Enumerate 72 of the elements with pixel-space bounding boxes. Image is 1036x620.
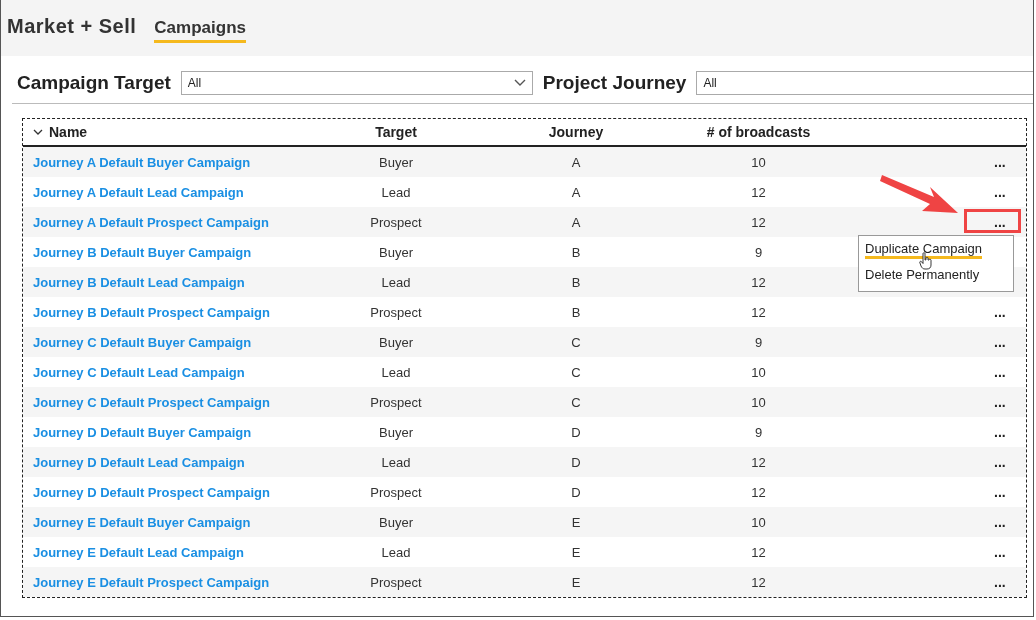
filter-label: Campaign Target: [17, 72, 171, 94]
table-cell: Lead: [381, 274, 411, 290]
column-header[interactable]: Journey: [548, 124, 604, 140]
column-header[interactable]: Target: [375, 124, 417, 140]
table-cell: A: [571, 184, 581, 200]
table-cell: B: [571, 244, 581, 260]
table-cell: E: [571, 544, 581, 560]
more-actions-button[interactable]: ...: [992, 395, 1008, 409]
table-cell: 12: [751, 454, 766, 470]
more-actions-button[interactable]: ...: [992, 365, 1008, 379]
more-actions-button[interactable]: ...: [992, 215, 1008, 229]
table-cell: Prospect: [370, 484, 422, 500]
table-cell: Lead: [381, 184, 411, 200]
table-cell: A: [571, 154, 581, 170]
column-header[interactable]: Name: [49, 124, 88, 140]
table-cell: 12: [751, 184, 766, 200]
more-actions-button[interactable]: ...: [992, 455, 1008, 469]
chevron-down-icon: [513, 79, 526, 87]
table-cell: 12: [751, 214, 766, 230]
table-cell: 12: [751, 484, 766, 500]
table-cell: Buyer: [379, 424, 413, 440]
table-cell: B: [571, 304, 581, 320]
table-cell: 9: [754, 244, 763, 260]
more-actions-button[interactable]: ...: [992, 515, 1008, 529]
filter-label: Project Journey: [542, 72, 687, 94]
table-cell: C: [571, 394, 581, 410]
table-cell: 10: [751, 394, 766, 410]
more-actions-button[interactable]: ...: [992, 185, 1008, 199]
more-actions-button[interactable]: ...: [992, 335, 1008, 349]
table-cell: 9: [754, 424, 763, 440]
app-title: Market + Sell: [7, 15, 137, 38]
table-cell: 10: [751, 514, 766, 530]
more-actions-button[interactable]: ...: [992, 425, 1008, 439]
table-cell: D: [571, 454, 581, 470]
table-cell: Prospect: [370, 394, 422, 410]
table-cell: E: [571, 574, 581, 590]
sort-caret-icon[interactable]: [33, 128, 43, 136]
table-cell: 10: [751, 154, 766, 170]
campaigns-tab[interactable]: Campaigns: [154, 17, 246, 43]
table-cell: B: [571, 274, 581, 290]
more-actions-button[interactable]: ...: [992, 575, 1008, 589]
table-cell: 12: [751, 544, 766, 560]
table-cell: Lead: [381, 544, 411, 560]
more-actions-button[interactable]: ...: [992, 545, 1008, 559]
table-cell: Lead: [381, 454, 411, 470]
column-header[interactable]: # of broadcasts: [706, 124, 811, 140]
table-cell: 12: [751, 274, 766, 290]
table-cell: Buyer: [379, 154, 413, 170]
table-cell: Prospect: [370, 214, 422, 230]
table-cell: D: [571, 484, 581, 500]
table-cell: Prospect: [370, 304, 422, 320]
more-actions-button[interactable]: ...: [992, 155, 1008, 169]
table-cell: 9: [754, 334, 763, 350]
table-cell: 12: [751, 304, 766, 320]
campaign-link[interactable]: Journey C Default Lead Campaign: [33, 364, 245, 380]
table-cell: 12: [751, 574, 766, 590]
more-actions-button[interactable]: ...: [992, 485, 1008, 499]
table-cell: A: [571, 214, 581, 230]
more-actions-button[interactable]: ...: [992, 305, 1008, 319]
menu-item[interactable]: Delete Permanently: [865, 267, 980, 285]
table-cell: Buyer: [379, 514, 413, 530]
filter-dropdown[interactable]: All: [696, 71, 1033, 95]
table-cell: D: [571, 424, 581, 440]
table-cell: E: [571, 514, 581, 530]
table-cell: Lead: [381, 364, 411, 380]
table-cell: Prospect: [370, 574, 422, 590]
table-cell: Buyer: [379, 334, 413, 350]
table-cell: 10: [751, 364, 766, 380]
filter-dropdown[interactable]: All: [180, 71, 533, 95]
table-cell: Buyer: [379, 244, 413, 260]
table-cell: C: [571, 334, 581, 350]
table-cell: C: [571, 364, 581, 380]
